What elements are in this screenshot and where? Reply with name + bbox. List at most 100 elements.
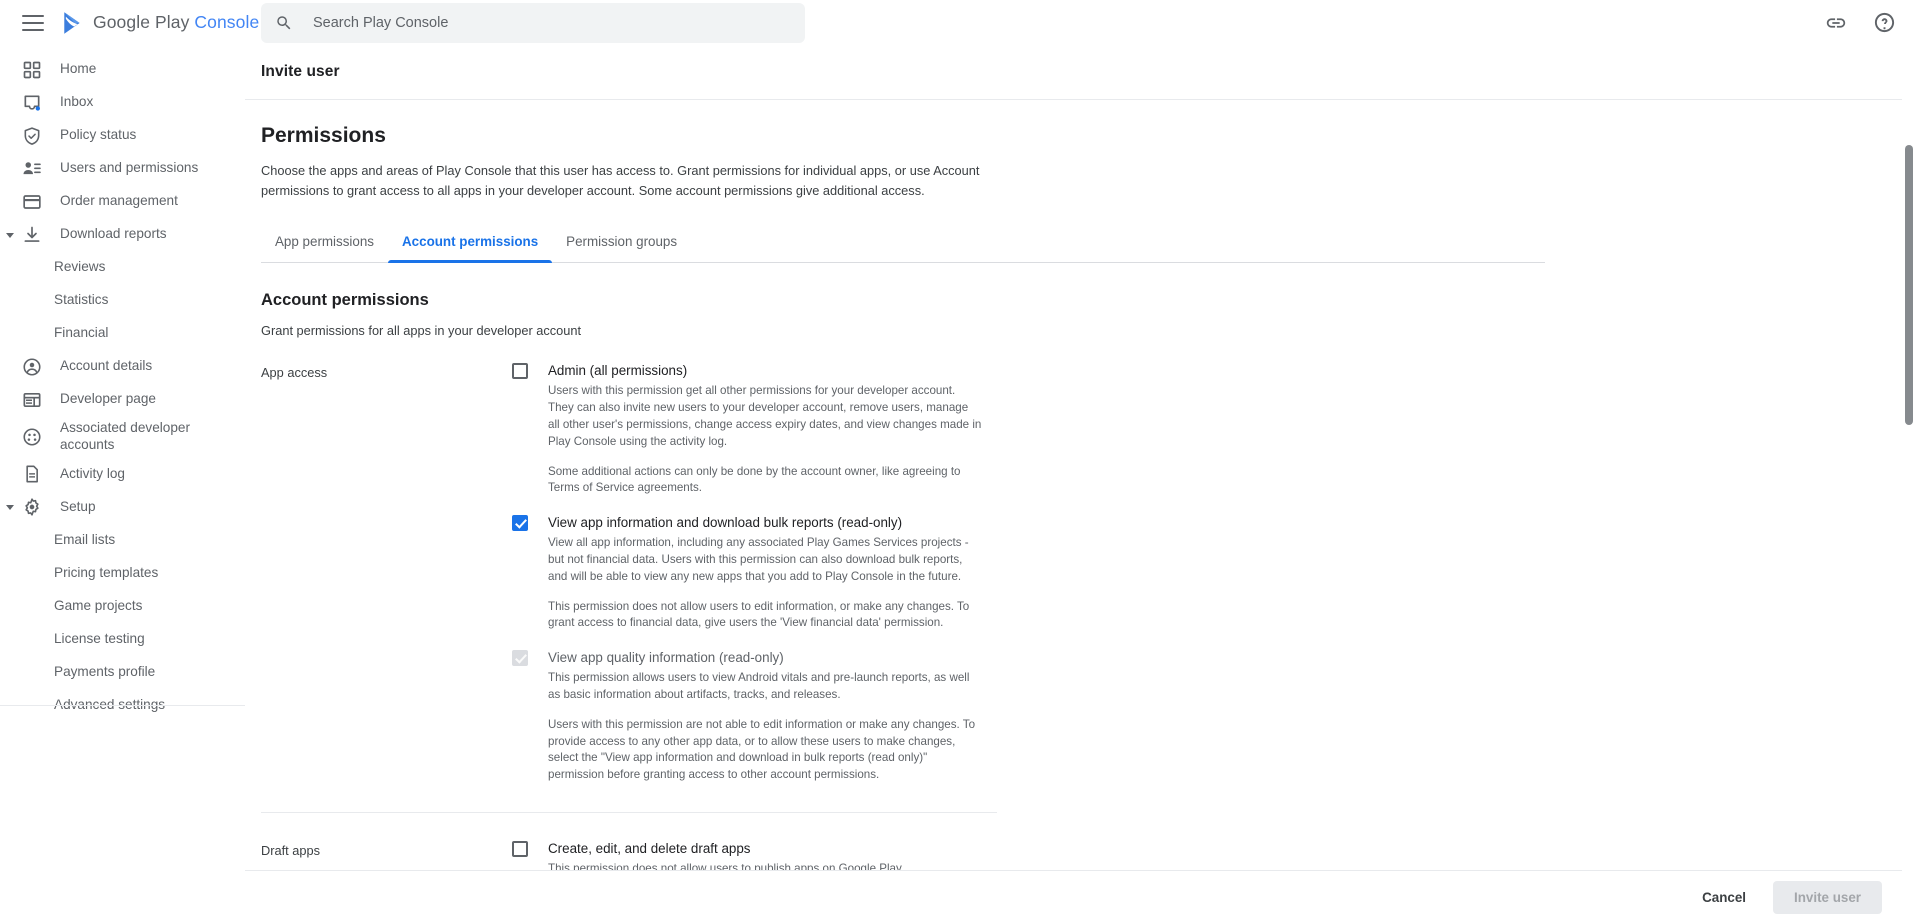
title-divider xyxy=(245,99,1916,100)
sidebar-item-download-reports[interactable]: Download reports xyxy=(0,218,245,251)
sidebar-item-label: Financial xyxy=(54,325,108,342)
permission-text: View app quality information (read-only)… xyxy=(548,649,982,784)
sidebar-item-label: Game projects xyxy=(54,598,142,615)
permission-label: View app quality information (read-only) xyxy=(548,649,982,667)
permission-row: View app information and download bulk r… xyxy=(512,514,982,632)
web-page-icon xyxy=(21,389,42,410)
permissions-content: Permissions Choose the apps and areas of… xyxy=(245,124,1916,895)
sidebar-item-users-and-permissions[interactable]: Users and permissions xyxy=(0,152,245,185)
sidebar-item-payments-profile[interactable]: Payments profile xyxy=(0,656,245,689)
sidebar-item-activity-log[interactable]: Activity log xyxy=(0,458,245,491)
brand-text-console: Console xyxy=(194,12,259,32)
top-app-bar: Google Play Console xyxy=(0,0,1916,45)
sidebar-item-home[interactable]: Home xyxy=(0,53,245,86)
chevron-down-icon[interactable] xyxy=(4,501,16,513)
credit-card-icon xyxy=(21,191,42,212)
section-title: Permissions xyxy=(261,124,1886,148)
sidebar-item-account-details[interactable]: Account details xyxy=(0,350,245,383)
shield-check-icon xyxy=(21,125,42,146)
permissions-tabs: App permissionsAccount permissionsPermis… xyxy=(261,224,1545,263)
permission-label: Admin (all permissions) xyxy=(548,362,982,380)
sidebar-item-label: Activity log xyxy=(60,466,125,483)
chevron-down-icon[interactable] xyxy=(4,229,16,241)
search-icon xyxy=(275,14,293,32)
tab-app-permissions[interactable]: App permissions xyxy=(261,224,388,262)
sidebar-item-pricing-templates[interactable]: Pricing templates xyxy=(0,557,245,590)
search-input[interactable] xyxy=(311,14,791,32)
tab-permission-groups[interactable]: Permission groups xyxy=(552,224,691,262)
permission-checkbox[interactable] xyxy=(512,841,528,857)
sidebar-bottom-divider xyxy=(0,705,245,706)
sidebar-item-label: Order management xyxy=(60,193,178,210)
users-icon xyxy=(21,158,42,179)
sidebar-item-statistics[interactable]: Statistics xyxy=(0,284,245,317)
sidebar-item-label: Email lists xyxy=(54,532,115,549)
permission-row: Admin (all permissions) Users with this p… xyxy=(512,362,982,497)
permission-label: View app information and download bulk r… xyxy=(548,514,982,532)
sidebar-item-label: Pricing templates xyxy=(54,565,158,582)
sidebar-item-label: Associated developer accounts xyxy=(60,420,233,454)
main-scrollbar[interactable] xyxy=(1902,45,1916,923)
cancel-button[interactable]: Cancel xyxy=(1685,881,1763,914)
brand-text: Google Play Console xyxy=(93,12,259,33)
help-circle-icon[interactable] xyxy=(1872,11,1896,35)
permission-description: View all app information, including any … xyxy=(548,535,982,585)
permission-description: This permission allows users to view And… xyxy=(548,670,982,704)
sidebar-item-label: Account details xyxy=(60,358,152,375)
sidebar-item-game-projects[interactable]: Game projects xyxy=(0,590,245,623)
permission-item-list: Admin (all permissions) Users with this p… xyxy=(512,362,982,801)
permission-group-label: App access xyxy=(261,362,512,382)
sidebar-item-label: Policy status xyxy=(60,127,136,144)
permission-groups-list: App access Admin (all permissions) Users w… xyxy=(261,362,1886,895)
brand-text-google-play: Google Play xyxy=(93,12,194,32)
main-scrollbar-thumb[interactable] xyxy=(1905,145,1913,425)
permission-checkbox xyxy=(512,650,528,666)
form-action-bar: Cancel Invite user xyxy=(245,870,1916,923)
play-console-window: Google Play Console Home Inbox Policy stat… xyxy=(0,0,1916,923)
permission-label: Create, edit, and delete draft apps xyxy=(548,840,982,858)
sidebar-item-setup[interactable]: Setup xyxy=(0,491,245,524)
permission-description: Users with this permission are not able … xyxy=(548,717,982,784)
sidebar-navigation: Home Inbox Policy status Users and permissi… xyxy=(0,45,245,923)
permission-description: Some additional actions can only be done… xyxy=(548,464,982,498)
sidebar-item-policy-status[interactable]: Policy status xyxy=(0,119,245,152)
gear-icon xyxy=(21,497,42,518)
permission-description: Users with this permission get all other… xyxy=(548,383,982,450)
sidebar-item-label: Statistics xyxy=(54,292,108,309)
account-permissions-heading: Account permissions xyxy=(261,291,1886,310)
section-description: Choose the apps and areas of Play Consol… xyxy=(261,161,996,201)
permission-group-label: Draft apps xyxy=(261,840,512,860)
download-icon xyxy=(21,224,42,245)
permission-checkbox[interactable] xyxy=(512,515,528,531)
sidebar-item-inbox[interactable]: Inbox xyxy=(0,86,245,119)
sidebar-item-financial[interactable]: Financial xyxy=(0,317,245,350)
link-icon[interactable] xyxy=(1824,11,1848,35)
sidebar-item-label: Users and permissions xyxy=(60,160,198,177)
sidebar-item-associated-developer-accounts[interactable]: Associated developer accounts xyxy=(0,416,245,458)
account-permissions-subheading: Grant permissions for all apps in your d… xyxy=(261,323,1886,338)
sidebar-item-label: License testing xyxy=(54,631,145,648)
search-bar[interactable] xyxy=(261,3,805,43)
permission-checkbox[interactable] xyxy=(512,363,528,379)
top-bar-actions xyxy=(1824,0,1896,45)
sidebar-item-developer-page[interactable]: Developer page xyxy=(0,383,245,416)
sidebar-item-email-lists[interactable]: Email lists xyxy=(0,524,245,557)
tab-account-permissions[interactable]: Account permissions xyxy=(388,224,552,262)
permission-description: This permission does not allow users to … xyxy=(548,599,982,633)
sidebar-item-license-testing[interactable]: License testing xyxy=(0,623,245,656)
main-content: Invite user Permissions Choose the apps … xyxy=(245,45,1916,923)
sidebar-item-label: Setup xyxy=(60,499,96,516)
sidebar-item-reviews[interactable]: Reviews xyxy=(0,251,245,284)
brand-logo[interactable]: Google Play Console xyxy=(62,11,259,35)
invite-user-button[interactable]: Invite user xyxy=(1773,881,1882,914)
menu-icon[interactable] xyxy=(22,15,44,31)
google-play-icon xyxy=(62,11,84,35)
sidebar-item-order-management[interactable]: Order management xyxy=(0,185,245,218)
page-title: Invite user xyxy=(245,45,1916,99)
sidebar-item-label: Payments profile xyxy=(54,664,155,681)
grid-icon xyxy=(21,59,42,80)
associated-accounts-icon xyxy=(21,426,42,447)
permission-group: App access Admin (all permissions) Users w… xyxy=(261,362,1886,801)
permission-text: View app information and download bulk r… xyxy=(548,514,982,632)
sidebar-item-label: Home xyxy=(60,61,96,78)
